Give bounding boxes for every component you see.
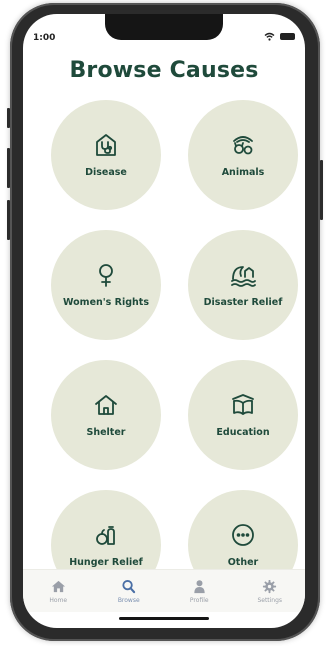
tab-label: Home [49, 596, 68, 604]
wifi-icon [264, 32, 275, 41]
open-book-icon [232, 394, 254, 415]
cause-label: Other [227, 557, 259, 568]
app-screen: 1:00 Browse Causes Disease Animals Women… [23, 14, 305, 628]
tab-profile[interactable]: Profile [171, 579, 227, 604]
cause-label: Disaster Relief [203, 297, 283, 308]
groceries-icon [96, 526, 115, 545]
female-symbol-icon [99, 264, 113, 287]
flood-icon [231, 266, 256, 287]
cause-label: Disease [85, 167, 127, 178]
house-icon [95, 395, 117, 415]
cause-disease[interactable]: Disease [51, 100, 161, 210]
volume-down-button [7, 200, 10, 240]
cause-label: Shelter [86, 427, 126, 438]
status-icons [264, 32, 295, 41]
page-title: Browse Causes [69, 58, 259, 83]
cause-label: Hunger Relief [69, 557, 143, 568]
home-indicator[interactable] [119, 617, 209, 620]
tab-settings[interactable]: Settings [242, 579, 298, 604]
gear-icon [263, 579, 277, 593]
power-button [320, 160, 323, 220]
pets-icon [233, 136, 253, 155]
cause-womens-rights[interactable]: Women's Rights [51, 230, 161, 340]
volume-up-button [7, 148, 10, 188]
tab-bar: Home Browse Profile Settings [23, 569, 305, 612]
cause-education[interactable]: Education [188, 360, 298, 470]
status-time: 1:00 [33, 33, 56, 43]
cause-animals[interactable]: Animals [188, 100, 298, 210]
cause-disaster-relief[interactable]: Disaster Relief [188, 230, 298, 340]
notch [105, 14, 223, 40]
cause-label: Education [216, 427, 270, 438]
cause-label: Animals [221, 167, 265, 178]
cause-shelter[interactable]: Shelter [51, 360, 161, 470]
cause-label: Women's Rights [63, 297, 149, 308]
home-icon [51, 580, 65, 592]
tab-browse[interactable]: Browse [101, 579, 157, 604]
medical-house-icon [96, 134, 116, 156]
search-icon [122, 579, 136, 593]
mute-switch [7, 108, 10, 128]
person-icon [194, 579, 205, 593]
battery-icon [280, 33, 295, 40]
tab-label: Profile [189, 596, 209, 604]
tab-label: Browse [117, 596, 140, 604]
more-dots-icon [232, 524, 254, 546]
tab-home[interactable]: Home [30, 579, 86, 604]
tab-label: Settings [257, 596, 283, 604]
